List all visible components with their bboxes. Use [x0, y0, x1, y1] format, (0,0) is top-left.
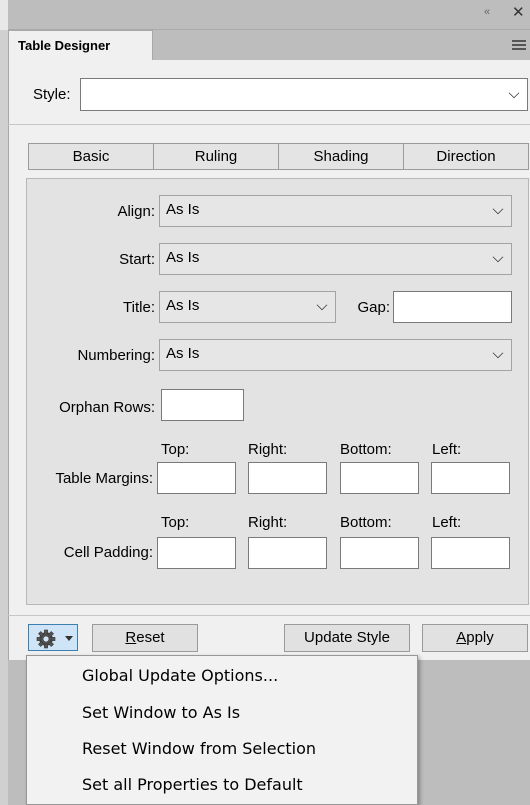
tab-table-designer[interactable]: Table Designer — [8, 30, 153, 61]
cell-padding-right-input[interactable] — [248, 537, 327, 569]
numbering-value: As Is — [166, 345, 200, 362]
divider — [8, 124, 530, 125]
table-margin-bottom-input[interactable] — [340, 462, 419, 494]
cell-padding-bottom-input[interactable] — [340, 537, 419, 569]
table-margins-label: Table Margins: — [55, 470, 153, 487]
menu-item-reset-window-from-selection[interactable]: Reset Window from Selection — [82, 739, 316, 758]
table-margin-left-input[interactable] — [431, 462, 510, 494]
title-dropdown[interactable]: As Is — [159, 291, 336, 323]
numbering-label: Numbering: — [77, 347, 155, 364]
table-margin-left-header: Left: — [432, 441, 462, 458]
table-margin-top-header: Top: — [161, 441, 190, 458]
cell-padding-top-header: Top: — [161, 514, 190, 531]
close-icon[interactable]: ✕ — [512, 3, 525, 21]
title-label: Title: — [123, 299, 155, 316]
collapse-icon[interactable]: « — [484, 6, 490, 18]
style-dropdown[interactable] — [80, 78, 528, 111]
orphan-rows-label: Orphan Rows: — [59, 399, 155, 416]
reset-button[interactable]: Reset — [92, 624, 198, 652]
start-value: As Is — [166, 249, 200, 266]
options-popup-menu: Global Update Options... Set Window to A… — [26, 655, 418, 805]
chevron-down-icon — [492, 203, 504, 215]
start-dropdown[interactable]: As Is — [159, 243, 512, 275]
titlebar-edge — [0, 0, 8, 30]
gear-icon — [36, 629, 56, 649]
table-margin-right-header: Right: — [248, 441, 288, 458]
align-value: As Is — [166, 201, 200, 218]
align-dropdown[interactable]: As Is — [159, 195, 512, 227]
title-value: As Is — [166, 297, 200, 314]
align-label: Align: — [117, 203, 155, 220]
cell-padding-bottom-header: Bottom: — [340, 514, 392, 531]
tab-ruling[interactable]: Ruling — [153, 143, 279, 170]
cell-padding-top-input[interactable] — [157, 537, 236, 569]
tab-basic[interactable]: Basic — [28, 143, 154, 170]
menu-item-set-all-properties-default[interactable]: Set all Properties to Default — [82, 775, 303, 794]
style-label: Style: — [33, 86, 71, 103]
gap-label: Gap: — [357, 299, 390, 316]
panel-menu-icon[interactable] — [512, 40, 526, 50]
chevron-down-icon — [508, 87, 520, 98]
start-label: Start: — [119, 251, 155, 268]
table-margin-top-input[interactable] — [157, 462, 236, 494]
tab-label: Table Designer — [18, 38, 111, 53]
cell-padding-left-header: Left: — [432, 514, 462, 531]
chevron-down-icon — [492, 347, 504, 359]
table-margin-right-input[interactable] — [248, 462, 327, 494]
chevron-down-icon — [316, 299, 328, 311]
apply-button[interactable]: Apply — [422, 624, 528, 652]
chevron-down-icon — [492, 251, 504, 263]
menu-item-global-update-options[interactable]: Global Update Options... — [82, 666, 278, 685]
options-menu-button[interactable] — [28, 624, 78, 651]
tab-direction[interactable]: Direction — [403, 143, 529, 170]
gap-input[interactable] — [393, 291, 512, 323]
menu-item-set-window-as-is[interactable]: Set Window to As Is — [82, 703, 240, 722]
panel-titlebar — [0, 0, 530, 30]
cell-padding-label: Cell Padding: — [63, 544, 153, 561]
numbering-dropdown[interactable]: As Is — [159, 339, 512, 371]
orphan-rows-input[interactable] — [161, 389, 244, 421]
update-style-button[interactable]: Update Style — [284, 624, 410, 652]
chevron-down-icon — [65, 636, 73, 641]
tab-shading[interactable]: Shading — [278, 143, 404, 170]
cell-padding-right-header: Right: — [248, 514, 288, 531]
cell-padding-left-input[interactable] — [431, 537, 510, 569]
table-margin-bottom-header: Bottom: — [340, 441, 392, 458]
divider — [8, 615, 530, 616]
